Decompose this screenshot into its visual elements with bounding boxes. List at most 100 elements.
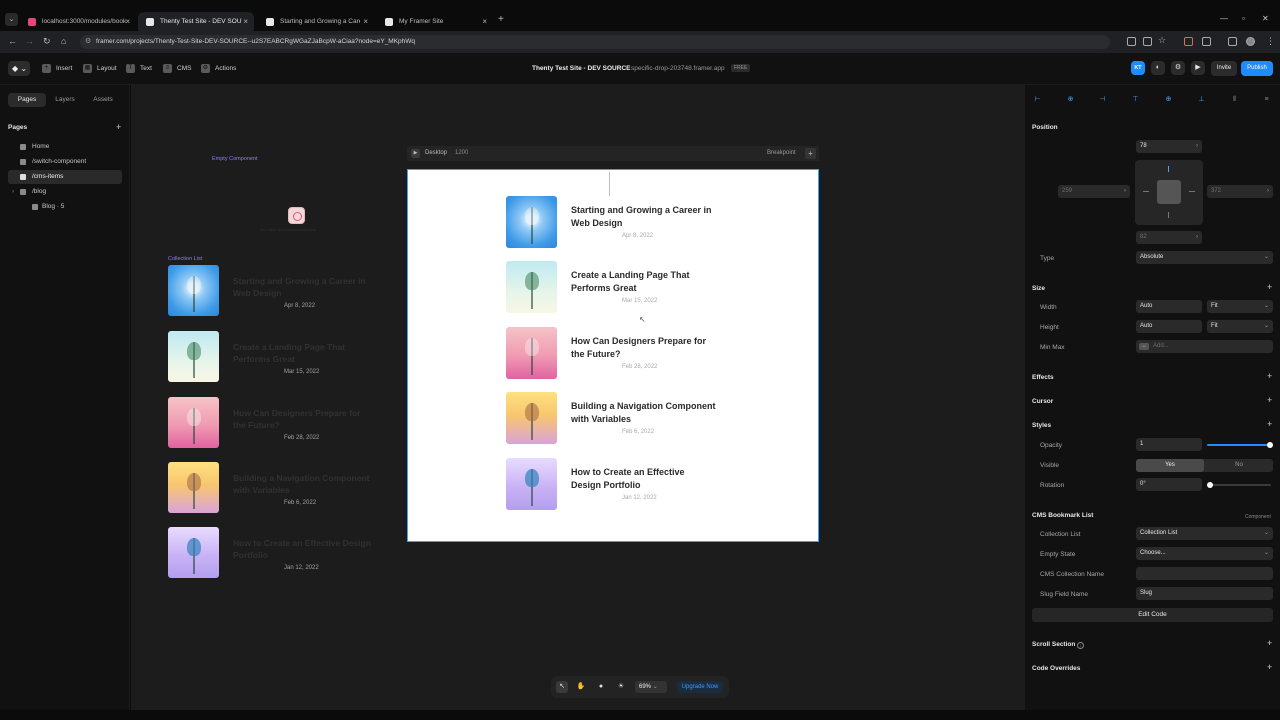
extension-icon[interactable] bbox=[1184, 37, 1193, 46]
pin-right[interactable] bbox=[1189, 191, 1195, 192]
text-button[interactable]: T Text bbox=[126, 61, 152, 76]
comment-tool-icon[interactable]: ● bbox=[595, 681, 607, 693]
browser-tab-career-article[interactable]: Starting and Growing a Career × bbox=[258, 12, 374, 31]
align-left-icon[interactable]: ⊢ bbox=[1033, 95, 1042, 104]
page-item-blog[interactable]: › /blog bbox=[8, 185, 122, 199]
layout-button[interactable]: ▦ Layout bbox=[83, 61, 117, 76]
height-input[interactable]: Auto bbox=[1136, 320, 1202, 333]
collection-list-select[interactable]: Collection List ⌄ bbox=[1136, 527, 1273, 540]
collection-list-label[interactable]: Collection List bbox=[168, 256, 202, 262]
align-top-icon[interactable]: ⊤ bbox=[1131, 95, 1140, 104]
add-breakpoint-icon[interactable]: + bbox=[805, 148, 816, 159]
cms-collection-name-input[interactable] bbox=[1136, 567, 1273, 580]
page-item-cms-items[interactable]: /cms-items bbox=[8, 170, 122, 184]
opacity-slider[interactable] bbox=[1207, 444, 1271, 446]
tab-close-icon[interactable]: × bbox=[482, 12, 487, 31]
page-item-switch-component[interactable]: /switch-component bbox=[8, 155, 122, 169]
width-input[interactable]: Auto bbox=[1136, 300, 1202, 313]
page-item-home[interactable]: Home bbox=[8, 140, 122, 154]
browser-tab-framer-project[interactable]: Thenty Test Site - DEV SOURCE × bbox=[138, 12, 254, 31]
rotation-slider-knob[interactable] bbox=[1207, 482, 1213, 488]
tab-close-icon[interactable]: × bbox=[243, 12, 248, 31]
collection-item[interactable]: How to Create an Effective Design Portfo… bbox=[168, 527, 378, 579]
align-center-horizontal-icon[interactable]: ⊕ bbox=[1066, 95, 1075, 104]
cms-button[interactable]: ≡ CMS bbox=[163, 61, 191, 76]
help-icon[interactable]: ◐ bbox=[1151, 61, 1165, 75]
page-item-blog-collection[interactable]: Blog · 5 bbox=[8, 200, 122, 214]
visible-toggle[interactable]: Yes No bbox=[1136, 459, 1273, 472]
browser-tab-localhost[interactable]: localhost:3000/modules/book × bbox=[20, 12, 136, 31]
opacity-input[interactable]: 1 bbox=[1136, 438, 1202, 451]
bookmark-card[interactable]: How Can Designers Prepare for the Future… bbox=[506, 327, 716, 382]
framer-menu-button[interactable]: ◆ ⌄ bbox=[8, 61, 30, 76]
minmax-add-field[interactable]: ↔ Add... bbox=[1136, 340, 1273, 353]
position-type-select[interactable]: Absolute ⌄ bbox=[1136, 251, 1273, 264]
bookmark-card[interactable]: Building a Navigation Component with Var… bbox=[506, 392, 716, 447]
empty-state-select[interactable]: Choose... ⌄ bbox=[1136, 547, 1273, 560]
tab-assets[interactable]: Assets bbox=[84, 93, 122, 107]
position-right-input[interactable]: 372 › bbox=[1207, 185, 1273, 198]
collection-item[interactable]: Create a Landing Page That Performs Grea… bbox=[168, 331, 378, 383]
theme-sun-icon[interactable]: ☀ bbox=[615, 681, 627, 693]
maximize-icon[interactable]: ▫ bbox=[1242, 14, 1245, 23]
code-overrides-add-icon[interactable]: + bbox=[1267, 662, 1272, 672]
forward-icon[interactable]: → bbox=[25, 36, 34, 46]
tab-close-icon[interactable]: × bbox=[363, 12, 368, 31]
insert-button[interactable]: + Insert bbox=[42, 61, 72, 76]
upgrade-button[interactable]: Upgrade Now bbox=[677, 681, 723, 693]
collection-item[interactable]: How Can Designers Prepare for the Future… bbox=[168, 397, 378, 449]
side-panel-icon[interactable] bbox=[1228, 37, 1237, 46]
width-mode-select[interactable]: Fit ⌄ bbox=[1207, 300, 1273, 313]
actions-button[interactable]: ⚙ Actions bbox=[201, 61, 236, 76]
scroll-section-add-icon[interactable]: + bbox=[1267, 638, 1272, 648]
browser-tab-my-framer-site[interactable]: My Framer Site × bbox=[377, 12, 493, 31]
publish-button[interactable]: Publish bbox=[1241, 61, 1273, 76]
opacity-slider-knob[interactable] bbox=[1267, 442, 1273, 448]
tab-close-icon[interactable]: × bbox=[125, 12, 130, 31]
hand-tool-icon[interactable]: ✋ bbox=[575, 681, 587, 693]
pin-left[interactable] bbox=[1143, 191, 1149, 192]
position-top-input[interactable]: 78 › bbox=[1136, 140, 1202, 153]
tab-search-icon[interactable]: ⌄ bbox=[5, 13, 18, 26]
frame-header[interactable]: ▶ Desktop 1200 Breakpoint + bbox=[407, 146, 819, 161]
star-icon[interactable]: ☆ bbox=[1158, 35, 1166, 46]
url-field[interactable]: ⚙ framer.com/projects/Thenty-Test-Site-D… bbox=[80, 35, 1110, 49]
desktop-frame[interactable]: Starting and Growing a Career in Web Des… bbox=[407, 169, 819, 542]
minimize-icon[interactable]: — bbox=[1220, 14, 1228, 23]
cast-icon[interactable] bbox=[1127, 37, 1136, 46]
home-icon[interactable]: ⌂ bbox=[61, 36, 66, 46]
bookmark-card[interactable]: Create a Landing Page That Performs Grea… bbox=[506, 261, 716, 316]
position-pin-widget[interactable] bbox=[1135, 160, 1203, 225]
pin-bottom[interactable] bbox=[1168, 212, 1169, 218]
collection-item[interactable]: Building a Navigation Component with Var… bbox=[168, 462, 378, 514]
close-window-icon[interactable]: ✕ bbox=[1262, 14, 1269, 23]
empty-component-label[interactable]: Empty Component bbox=[212, 156, 258, 162]
tab-pages[interactable]: Pages bbox=[8, 93, 46, 107]
visible-yes-option[interactable]: Yes bbox=[1136, 459, 1204, 472]
rotation-slider[interactable] bbox=[1207, 484, 1271, 486]
align-right-icon[interactable]: ⊣ bbox=[1098, 95, 1107, 104]
pin-top[interactable] bbox=[1168, 166, 1169, 172]
rotation-input[interactable]: 0° bbox=[1136, 478, 1202, 491]
bookmark-page-icon[interactable] bbox=[1143, 37, 1152, 46]
site-info-icon[interactable]: ⚙ bbox=[85, 35, 91, 49]
tab-layers[interactable]: Layers bbox=[46, 93, 84, 107]
align-center-vertical-icon[interactable]: ⊕ bbox=[1164, 95, 1173, 104]
extensions-puzzle-icon[interactable] bbox=[1202, 37, 1211, 46]
breakpoint-label[interactable]: Breakpoint bbox=[767, 150, 796, 156]
distribute-horizontal-icon[interactable]: ⫴ bbox=[1230, 95, 1239, 104]
slug-field-name-input[interactable]: Slug bbox=[1136, 587, 1273, 600]
project-domain[interactable]: specific-drop-203748.framer.app bbox=[631, 65, 725, 72]
project-title[interactable]: Thenty Test Site - DEV SOURCE bbox=[532, 65, 630, 72]
size-add-icon[interactable]: + bbox=[1267, 282, 1272, 292]
edit-code-button[interactable]: Edit Code bbox=[1032, 608, 1273, 622]
back-icon[interactable]: ← bbox=[8, 36, 17, 46]
collection-item[interactable]: Starting and Growing a Career in Web Des… bbox=[168, 265, 378, 317]
bookmark-card[interactable]: Starting and Growing a Career in Web Des… bbox=[506, 196, 716, 251]
select-tool-icon[interactable]: ↖ bbox=[556, 681, 568, 693]
frame-name[interactable]: Desktop bbox=[425, 150, 447, 156]
new-tab-icon[interactable]: + bbox=[498, 14, 504, 25]
bookmark-card[interactable]: How to Create an Effective Design Portfo… bbox=[506, 458, 716, 513]
effects-add-icon[interactable]: + bbox=[1267, 371, 1272, 381]
align-bottom-icon[interactable]: ⊥ bbox=[1197, 95, 1206, 104]
